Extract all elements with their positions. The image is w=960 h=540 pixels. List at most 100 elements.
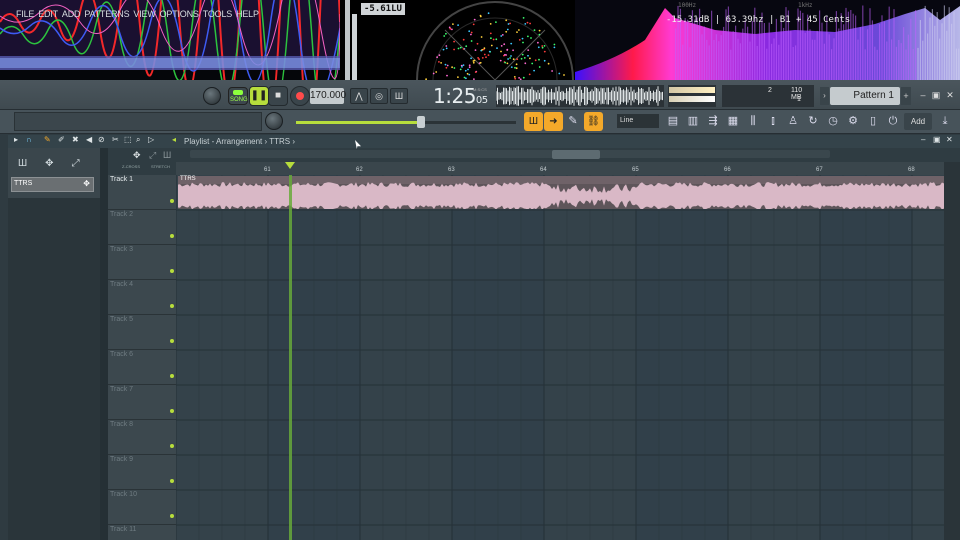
pattern-prev-button[interactable]: › [820,87,829,105]
playlist-maximize-icon[interactable]: ▣ [933,135,941,144]
add-button[interactable]: Add [904,113,932,130]
playhead-marker[interactable] [285,162,295,169]
playlist-button[interactable]: ▤ [664,112,682,131]
scope-dot [465,45,468,48]
snap-toggle-button[interactable]: Ш [524,112,543,131]
stop-button[interactable]: ■ [268,86,288,106]
track-enable-led[interactable] [170,444,174,448]
expand-icon[interactable]: ▸ [14,135,18,144]
picker-pattern-icon[interactable]: Ш [18,158,27,169]
snap-grid-icon[interactable]: Ш [163,150,171,160]
download-button[interactable]: ⤓ [936,112,954,131]
record-button[interactable] [290,86,310,106]
channel-rack-button[interactable]: ⇶ [704,112,722,131]
track-header[interactable]: Track 10 [108,490,176,525]
menu-options[interactable]: OPTIONS [160,9,199,19]
menu-edit[interactable]: EDIT [38,9,58,19]
scope-dot [445,47,448,50]
vertical-scrollbar[interactable] [944,162,960,540]
scope-dot [464,69,467,72]
scope-dot [451,28,453,31]
mixer-button[interactable]: ▦ [724,112,742,131]
track-header[interactable]: Track 1 [108,175,176,210]
playlist-close-icon[interactable]: ✕ [946,135,953,144]
wait-input-button[interactable]: ◎ [370,88,388,104]
playlist-minimize-icon[interactable]: – [921,135,925,144]
audio-clip-ttrs[interactable] [178,176,944,209]
move-icon[interactable]: ✥ [133,150,141,161]
delete-icon[interactable]: ✖ [72,135,79,144]
link-button[interactable]: ⛓ [584,112,603,131]
zoom-icon[interactable]: ⌕ [136,135,140,145]
track-header[interactable]: Track 9 [108,455,176,490]
track-enable-led[interactable] [170,479,174,483]
slice-icon[interactable]: ✂ [112,135,119,144]
track-enable-led[interactable] [170,199,174,203]
track-enable-led[interactable] [170,374,174,378]
track-header[interactable]: Track 11 [108,525,176,540]
pause-button[interactable]: ❚❚ [249,86,269,106]
pattern-song-toggle[interactable]: SONG [228,87,248,105]
track-header[interactable]: Track 6 [108,350,176,385]
spectrum-bar [915,10,917,80]
panel-splitter[interactable] [100,148,108,540]
snap-select[interactable]: Line [617,114,659,128]
master-pitch-slider[interactable] [296,121,516,124]
track-header[interactable]: Track 7 [108,385,176,420]
metronome-button[interactable]: ⋀ [350,88,368,104]
tempo-display[interactable]: 170.000 [310,88,346,104]
main-volume-knob[interactable] [203,87,221,105]
track-header[interactable]: Track 5 [108,315,176,350]
picker-clip-item[interactable]: TTRS ✥ [11,177,94,192]
track-enable-led[interactable] [170,269,174,273]
magnet-icon[interactable]: ∩ [26,135,32,144]
track-header[interactable]: Track 4 [108,280,176,315]
step-edit-button[interactable]: ➜ [544,112,563,131]
playlist-breadcrumb[interactable]: Playlist - Arrangement › TTRS › [184,137,295,146]
fader-button[interactable]: ⫼ [744,112,762,131]
project-button[interactable]: ▯ [864,112,882,131]
track-header[interactable]: Track 3 [108,245,176,280]
menu-help[interactable]: HELP [236,9,259,19]
undo-button[interactable]: ↻ [804,112,822,131]
draw-button[interactable]: ✎ [564,112,582,131]
eq-button[interactable]: ⫾ [764,112,782,131]
track-enable-led[interactable] [170,339,174,343]
picker-audio-icon[interactable]: ✥ [45,158,53,169]
track-header[interactable]: Track 2 [108,210,176,245]
drag-handle-icon[interactable]: ✥ [83,179,90,188]
menu-tools[interactable]: TOOLS [203,9,233,19]
menu-add[interactable]: ADD [62,9,81,19]
history-button[interactable]: ◷ [824,112,842,131]
disable-icon[interactable]: ⊘ [98,135,105,144]
playback-icon[interactable]: ▷ [148,135,154,144]
track-enable-led[interactable] [170,304,174,308]
countdown-button[interactable]: Ш [390,88,408,104]
mute-icon[interactable]: ◀ [86,135,92,144]
menu-file[interactable]: FILE [16,9,34,19]
pattern-add-button[interactable]: + [901,87,911,105]
track-enable-led[interactable] [170,234,174,238]
plugin-button[interactable]: ⚙ [844,112,862,131]
track-header[interactable]: Track 8 [108,420,176,455]
slider-thumb[interactable] [417,116,425,128]
paint-icon[interactable]: ✐ [58,135,65,144]
picker-automation-icon[interactable]: ⤢ [72,158,80,169]
close-button[interactable]: ✕ [945,90,955,100]
menu-patterns[interactable]: PATTERNS [84,9,129,19]
maximize-button[interactable]: ▣ [931,90,941,100]
horizontal-scroll-thumb[interactable] [552,150,600,159]
minimize-button[interactable]: – [918,90,928,100]
horizontal-scrollbar[interactable] [190,150,830,158]
menu-view[interactable]: VIEW [133,9,155,19]
select-icon[interactable]: ⬚ [124,135,132,144]
track-enable-led[interactable] [170,409,174,413]
stretch-icon[interactable]: ⤢ [149,150,156,161]
browser-button[interactable]: ♙ [784,112,802,131]
master-pitch-knob[interactable] [265,112,283,130]
power-button[interactable]: ⏻ [884,112,902,131]
pattern-selector[interactable]: Pattern 1 [830,87,900,105]
track-enable-led[interactable] [170,514,174,518]
pencil-icon[interactable]: ✎ [44,135,51,144]
piano-roll-button[interactable]: ▥ [684,112,702,131]
